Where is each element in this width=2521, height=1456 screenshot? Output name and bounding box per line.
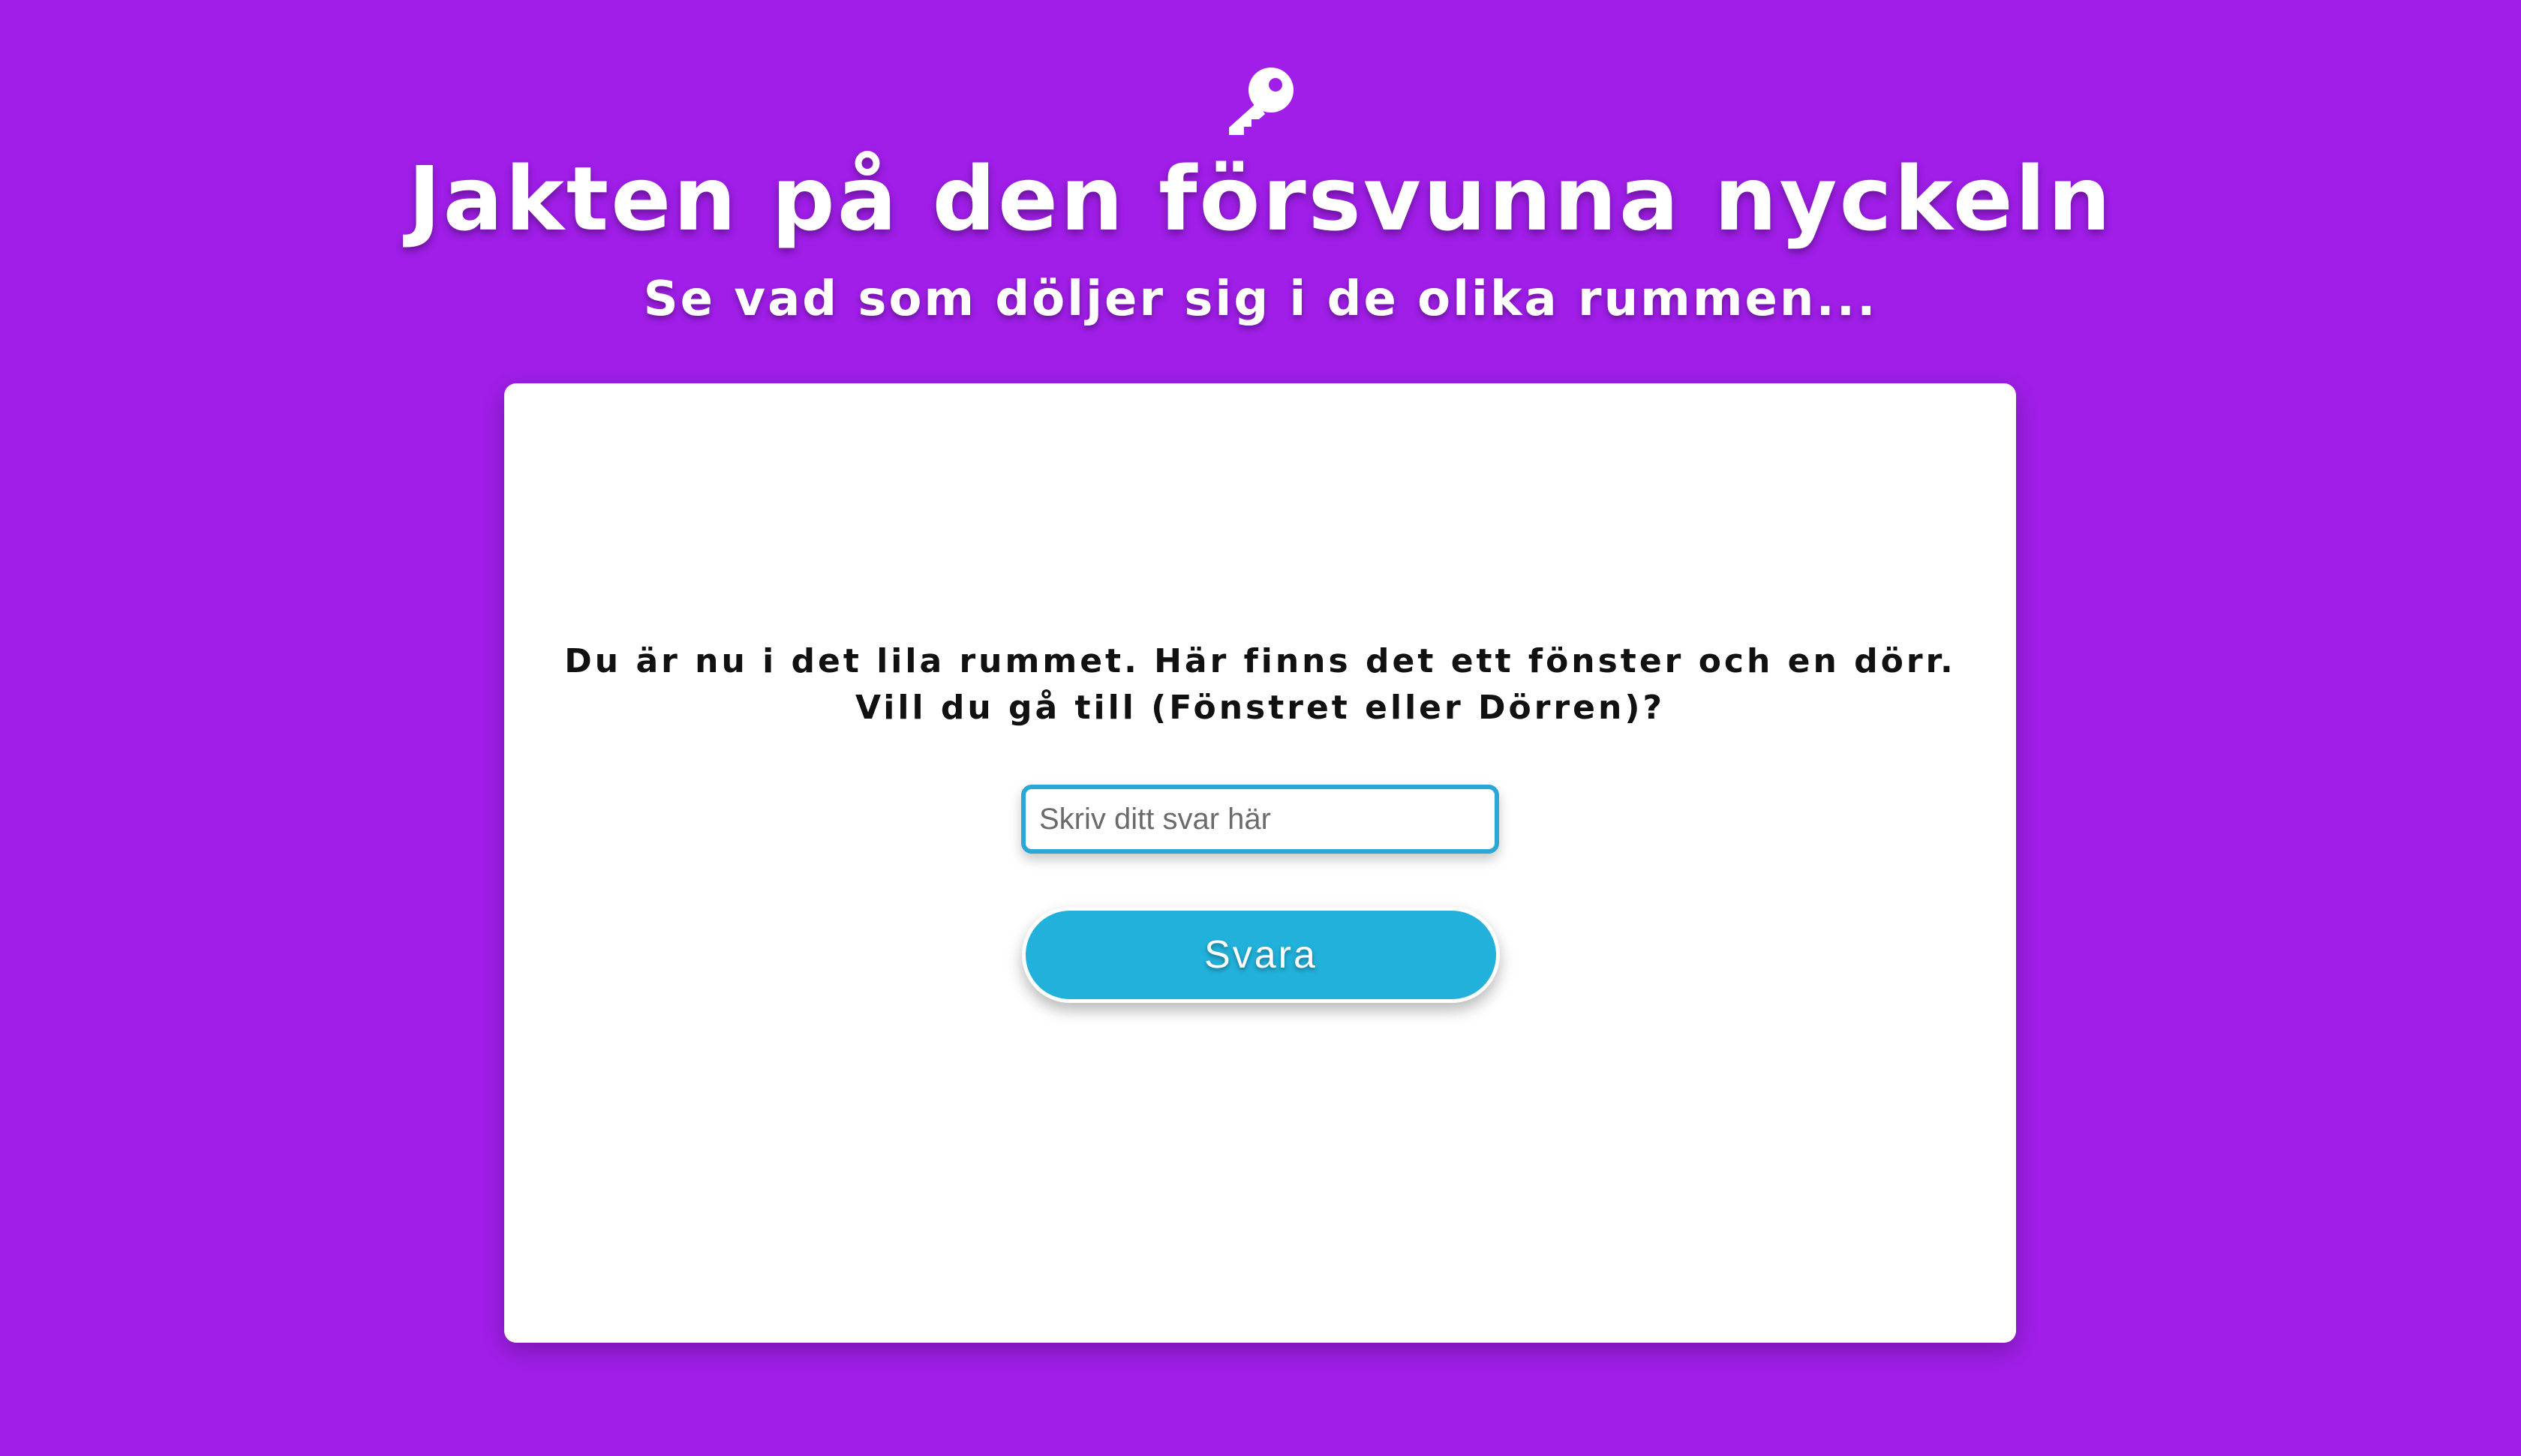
key-icon	[1229, 68, 1294, 135]
submit-answer-button[interactable]: Svara	[1022, 907, 1500, 1003]
page-title: Jakten på den försvunna nyckeln	[407, 147, 2114, 251]
question-text: Du är nu i det lila rummet. Här finns de…	[564, 642, 1956, 727]
page-subtitle: Se vad som döljer sig i de olika rummen.…	[643, 272, 1878, 327]
answer-input[interactable]	[1021, 785, 1499, 854]
question-card: Du är nu i det lila rummet. Här finns de…	[504, 383, 2016, 1343]
